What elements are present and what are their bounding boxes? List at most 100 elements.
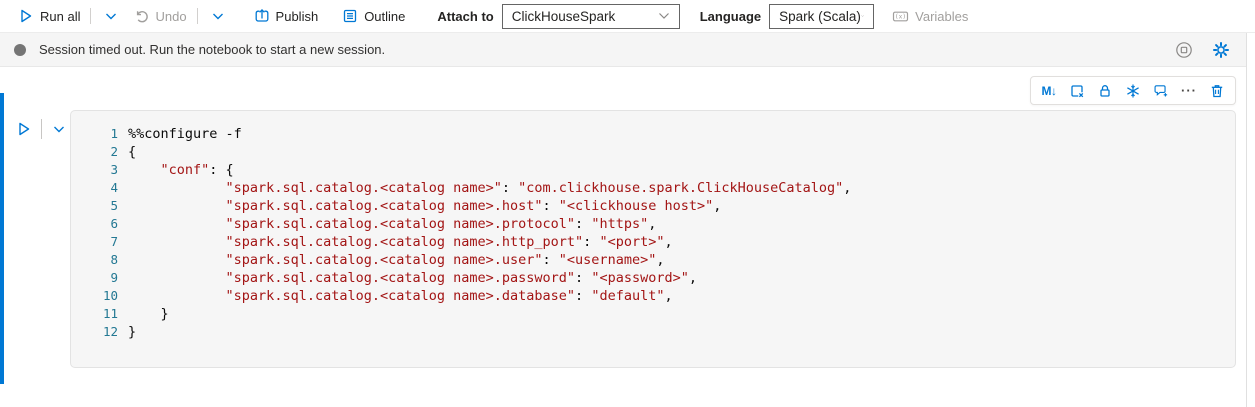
line-number: 4 (71, 179, 118, 197)
add-comment-button[interactable] (1147, 78, 1175, 103)
toolbar-divider (90, 8, 91, 24)
code-text: "spark.sql.catalog.<catalog name>.host":… (128, 197, 721, 215)
notebook-area: M↓ (0, 67, 1246, 407)
code-text: "spark.sql.catalog.<catalog name>.databa… (128, 287, 673, 305)
line-number: 1 (71, 125, 118, 143)
code-text: "spark.sql.catalog.<catalog name>.protoc… (128, 215, 656, 233)
convert-to-markdown-button[interactable]: M↓ (1035, 78, 1063, 103)
markdown-convert-icon: M↓ (1042, 84, 1057, 98)
run-all-button[interactable]: Run all (12, 3, 86, 29)
code-line[interactable]: 6 "spark.sql.catalog.<catalog name>.prot… (71, 215, 1235, 233)
cell-toolbar: M↓ (1030, 76, 1236, 105)
toolbar-divider (197, 8, 198, 24)
code-line[interactable]: 1 %%configure -f (71, 125, 1235, 143)
attach-to-dropdown[interactable]: ClickHouseSpark (502, 4, 680, 29)
cell-run-options-chevron-button[interactable] (47, 117, 71, 141)
code-line[interactable]: 5 "spark.sql.catalog.<catalog name>.host… (71, 197, 1235, 215)
variables-label: Variables (915, 9, 968, 24)
variables-icon: (x) (892, 8, 909, 25)
code-text: } (128, 323, 136, 341)
language-value: Spark (Scala) (779, 9, 861, 24)
publish-label: Publish (276, 9, 319, 24)
outline-label: Outline (364, 9, 405, 24)
language-dropdown[interactable]: Spark (Scala) (769, 4, 874, 29)
freeze-cell-button[interactable] (1119, 78, 1147, 103)
undo-button[interactable]: Undo (127, 3, 192, 29)
lock-icon (1097, 83, 1113, 99)
gear-icon (1212, 41, 1230, 59)
line-number: 9 (71, 269, 118, 287)
line-number: 12 (71, 323, 118, 341)
undo-icon (133, 8, 149, 24)
line-number: 2 (71, 143, 118, 161)
line-number: 8 (71, 251, 118, 269)
line-number: 7 (71, 233, 118, 251)
code-cell: 1%%configure -f2{3 "conf": {4 "spark.sql… (0, 110, 1236, 368)
code-line[interactable]: 8 "spark.sql.catalog.<catalog name>.user… (71, 251, 1235, 269)
line-number: 11 (71, 305, 118, 323)
play-icon (16, 121, 32, 137)
lock-cell-button[interactable] (1091, 78, 1119, 103)
outline-button[interactable]: Outline (336, 3, 411, 29)
session-status-bar: Session timed out. Run the notebook to s… (0, 33, 1246, 67)
chevron-down-icon (210, 8, 226, 24)
session-settings-button[interactable] (1210, 39, 1232, 61)
stop-session-button[interactable] (1173, 39, 1195, 61)
chevron-down-icon (861, 12, 864, 20)
publish-icon (254, 8, 270, 24)
trash-icon (1209, 83, 1225, 99)
code-line[interactable]: 10 "spark.sql.catalog.<catalog name>.dat… (71, 287, 1235, 305)
publish-button[interactable]: Publish (248, 3, 325, 29)
outline-icon (342, 8, 358, 24)
code-text: "spark.sql.catalog.<catalog name>.http_p… (128, 233, 673, 251)
attach-to-label: Attach to (437, 9, 493, 24)
session-actions (1173, 39, 1232, 61)
run-options-chevron-button[interactable] (95, 3, 127, 29)
chevron-down-icon (658, 12, 670, 20)
more-actions-button[interactable]: ··· (1175, 78, 1203, 103)
code-text: "spark.sql.catalog.<catalog name>": "com… (128, 179, 851, 197)
variables-button[interactable]: (x) Variables (886, 3, 974, 29)
gutter-divider (41, 119, 42, 139)
code-lines: 1%%configure -f2{3 "conf": {4 "spark.sql… (71, 125, 1235, 341)
session-status-icon (14, 44, 26, 56)
ellipsis-icon: ··· (1181, 84, 1197, 97)
undo-label: Undo (155, 9, 186, 24)
language-label: Language (700, 9, 761, 24)
code-line[interactable]: 7 "spark.sql.catalog.<catalog name>.http… (71, 233, 1235, 251)
code-line[interactable]: 11 } (71, 305, 1235, 323)
code-editor[interactable]: 1%%configure -f2{3 "conf": {4 "spark.sql… (70, 110, 1236, 368)
code-text: "conf": { (128, 161, 234, 179)
code-text: %%configure -f (128, 125, 242, 143)
line-number: 5 (71, 197, 118, 215)
undo-redo-options-chevron-button[interactable] (202, 3, 234, 29)
code-line[interactable]: 12} (71, 323, 1235, 341)
line-number: 10 (71, 287, 118, 305)
app: Run all Undo Publish (0, 0, 1255, 407)
code-line[interactable]: 4 "spark.sql.catalog.<catalog name>": "c… (71, 179, 1235, 197)
line-number: 3 (71, 161, 118, 179)
clear-output-button[interactable] (1063, 78, 1091, 103)
code-text: } (128, 305, 169, 323)
code-line[interactable]: 9 "spark.sql.catalog.<catalog name>.pass… (71, 269, 1235, 287)
code-line[interactable]: 2{ (71, 143, 1235, 161)
svg-text:(x): (x) (895, 13, 906, 20)
run-all-label: Run all (40, 9, 80, 24)
run-cell-button[interactable] (12, 117, 36, 141)
clear-output-icon (1069, 83, 1085, 99)
notebook-toolbar: Run all Undo Publish (0, 0, 1255, 33)
code-text: { (128, 143, 136, 161)
chevron-down-icon (103, 8, 119, 24)
delete-cell-button[interactable] (1203, 78, 1231, 103)
cell-gutter (0, 110, 70, 368)
line-number: 6 (71, 215, 118, 233)
play-icon (18, 8, 34, 24)
notebook-pane: Session timed out. Run the notebook to s… (0, 33, 1247, 407)
attach-to-value: ClickHouseSpark (512, 9, 616, 24)
snowflake-icon (1125, 83, 1141, 99)
comment-add-icon (1153, 83, 1169, 99)
session-message: Session timed out. Run the notebook to s… (39, 42, 385, 57)
code-line[interactable]: 3 "conf": { (71, 161, 1235, 179)
stop-icon (1175, 41, 1193, 59)
code-text: "spark.sql.catalog.<catalog name>.user":… (128, 251, 664, 269)
